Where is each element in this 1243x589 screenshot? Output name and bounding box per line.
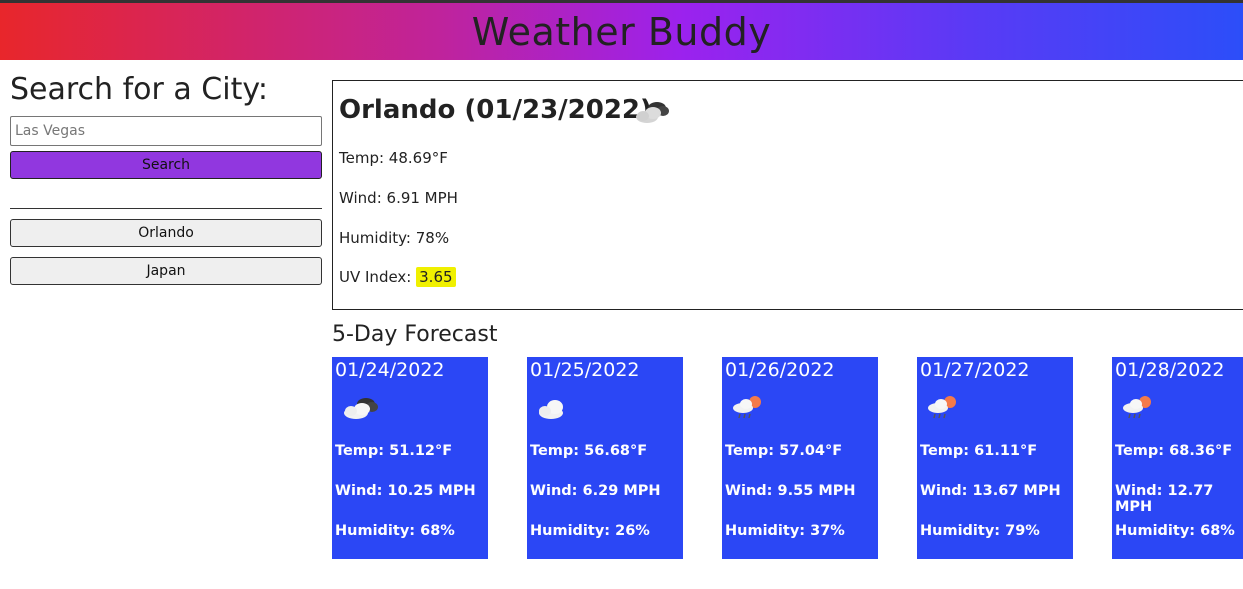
uv-badge: 3.65 <box>416 267 456 287</box>
current-wind: Wind: 6.91 MPH <box>339 189 458 207</box>
rain-sun-icon <box>733 396 761 419</box>
broken-clouds-icon <box>636 102 669 123</box>
forecast-card: 01/28/2022 Temp: 68.36°F Wind: 12.77 MPH… <box>1112 357 1243 559</box>
forecast-humidity: Humidity: 26% <box>530 523 650 539</box>
search-heading: Search for a City: <box>10 72 269 107</box>
forecast-date: 01/26/2022 <box>725 359 835 381</box>
forecast-temp: Temp: 57.04°F <box>725 443 843 459</box>
forecast-date: 01/28/2022 <box>1115 359 1225 381</box>
forecast-temp: Temp: 68.36°F <box>1115 443 1233 459</box>
search-button[interactable]: Search <box>10 151 322 179</box>
forecast-wind: Wind: 9.55 MPH <box>725 483 856 499</box>
uv-label: UV Index: <box>339 268 412 286</box>
forecast-humidity: Humidity: 68% <box>1115 523 1235 539</box>
current-temp: Temp: 48.69°F <box>339 149 448 167</box>
current-city-title: Orlando (01/23/2022) <box>339 95 652 125</box>
sidebar-divider <box>10 208 322 209</box>
current-weather-panel: Orlando (01/23/2022) Temp: 48.69°F Wind:… <box>332 80 1243 310</box>
forecast-card: 01/24/2022 Temp: 51.12°F Wind: 10.25 MPH… <box>332 357 488 559</box>
forecast-wind: Wind: 12.77 MPH <box>1115 483 1214 515</box>
rain-sun-icon <box>1123 396 1151 419</box>
forecast-temp: Temp: 56.68°F <box>530 443 648 459</box>
cloud-icon <box>539 400 563 419</box>
forecast-card: 01/25/2022 Temp: 56.68°F Wind: 6.29 MPH … <box>527 357 683 559</box>
forecast-wind: Wind: 13.67 MPH <box>920 483 1061 499</box>
forecast-wind: Wind: 6.29 MPH <box>530 483 661 499</box>
forecast-heading: 5-Day Forecast <box>332 322 498 347</box>
forecast-temp: Temp: 61.11°F <box>920 443 1038 459</box>
forecast-humidity: Humidity: 37% <box>725 523 845 539</box>
forecast-date: 01/25/2022 <box>530 359 640 381</box>
current-humidity: Humidity: 78% <box>339 229 450 247</box>
forecast-humidity: Humidity: 68% <box>335 523 455 539</box>
forecast-date: 01/24/2022 <box>335 359 445 381</box>
forecast-card: 01/26/2022 Temp: 57.04°F Wind: 9.55 MPH … <box>722 357 878 559</box>
forecast-humidity: Humidity: 79% <box>920 523 1040 539</box>
forecast-wind: Wind: 10.25 MPH <box>335 483 476 499</box>
forecast-card: 01/27/2022 Temp: 61.11°F Wind: 13.67 MPH… <box>917 357 1073 559</box>
history-button-japan[interactable]: Japan <box>10 257 322 285</box>
current-uv: UV Index: 3.65 <box>339 267 456 287</box>
history-button-orlando[interactable]: Orlando <box>10 219 322 247</box>
app-title: Weather Buddy <box>471 9 772 54</box>
app-header: Weather Buddy <box>0 3 1243 60</box>
forecast-date: 01/27/2022 <box>920 359 1030 381</box>
broken-clouds-icon <box>344 398 378 419</box>
city-search-input[interactable] <box>10 116 322 146</box>
forecast-temp: Temp: 51.12°F <box>335 443 453 459</box>
rain-sun-icon <box>928 396 956 419</box>
